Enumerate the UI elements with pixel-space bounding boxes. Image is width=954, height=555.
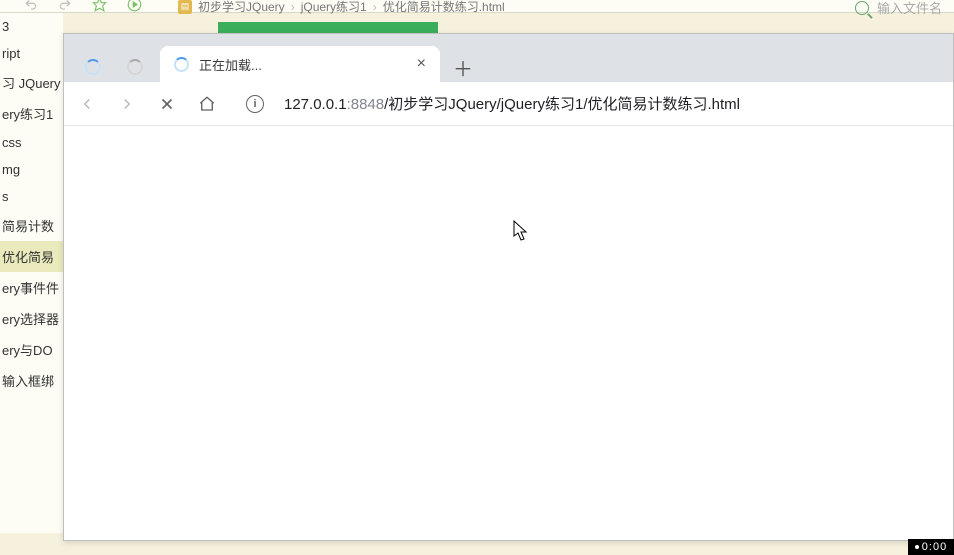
tab-strip: 正在加载... × ＋ <box>64 34 953 82</box>
loading-spinner-icon <box>127 59 143 75</box>
ide-topbar: ▤ 初步学习JQuery › jQuery练习1 › 优化简易计数练习.html… <box>0 0 954 13</box>
url-port: :8848 <box>347 96 385 113</box>
site-info-icon[interactable]: i <box>246 95 264 113</box>
breadcrumb: ▤ 初步学习JQuery › jQuery练习1 › 优化简易计数练习.html <box>178 0 505 15</box>
loading-spinner-icon <box>85 59 101 75</box>
list-item[interactable]: ery与DO <box>0 334 63 365</box>
home-button[interactable] <box>196 93 218 115</box>
url-host: 127.0.0.1 <box>284 96 347 113</box>
list-item[interactable]: mg <box>0 156 63 183</box>
run-progress-bar <box>218 22 438 33</box>
forward-button[interactable] <box>116 93 138 115</box>
list-item[interactable]: ery事件件 <box>0 272 63 303</box>
close-tab-button[interactable]: × <box>413 53 430 75</box>
page-content <box>64 126 953 540</box>
browser-window: 正在加载... × ＋ i 127.0.0.1:8848/初步学习JQuery/… <box>63 33 954 541</box>
list-item[interactable]: 习 JQuery <box>0 67 63 98</box>
record-dot-icon <box>915 545 919 549</box>
url-path: /初步学习JQuery/jQuery练习1/优化简易计数练习.html <box>384 96 740 113</box>
ide-file-tree[interactable]: 3 ript 习 JQuery ery练习1 css mg s 简易计数 优化简… <box>0 13 63 533</box>
crumb-2[interactable]: 优化简易计数练习.html <box>383 0 505 15</box>
search-placeholder: 输入文件名 <box>877 0 942 17</box>
search-icon <box>855 1 869 15</box>
list-item[interactable]: 输入框绑 <box>0 365 63 396</box>
loading-spinner-icon <box>174 57 189 72</box>
list-item[interactable]: 简易计数 <box>0 210 63 241</box>
folder-icon: ▤ <box>178 0 192 14</box>
undo-icon[interactable] <box>24 0 38 12</box>
crumb-1[interactable]: jQuery练习1 <box>301 0 367 15</box>
stop-button[interactable] <box>156 93 178 115</box>
list-item[interactable]: 优化简易 <box>0 241 63 272</box>
active-tab[interactable]: 正在加载... × <box>160 46 440 82</box>
new-tab-button[interactable]: ＋ <box>448 52 478 82</box>
redo-icon[interactable] <box>58 0 72 12</box>
background-tab-1[interactable] <box>114 52 156 82</box>
tab-title: 正在加载... <box>199 55 403 74</box>
timer-value: 0:00 <box>922 541 947 553</box>
crumb-0[interactable]: 初步学习JQuery <box>198 0 285 15</box>
url-text[interactable]: 127.0.0.1:8848/初步学习JQuery/jQuery练习1/优化简易… <box>284 93 740 114</box>
address-bar-row: i 127.0.0.1:8848/初步学习JQuery/jQuery练习1/优化… <box>64 82 953 126</box>
cursor-icon <box>513 220 529 242</box>
recording-timer: 0:00 <box>908 539 954 555</box>
list-item[interactable]: s <box>0 183 63 210</box>
ide-toolbar-icons <box>24 0 142 12</box>
chevron-right-icon: › <box>373 0 377 14</box>
chevron-right-icon: › <box>291 0 295 14</box>
list-item[interactable]: 3 <box>0 13 63 40</box>
run-icon[interactable] <box>127 0 142 12</box>
list-item[interactable]: ery选择器 <box>0 303 63 334</box>
ide-search[interactable]: 输入文件名 <box>855 0 942 17</box>
list-item[interactable]: css <box>0 129 63 156</box>
list-item[interactable]: ript <box>0 40 63 67</box>
background-tab-0[interactable] <box>72 52 114 82</box>
list-item[interactable]: ery练习1 <box>0 98 63 129</box>
back-button[interactable] <box>76 93 98 115</box>
star-icon[interactable] <box>92 0 107 12</box>
